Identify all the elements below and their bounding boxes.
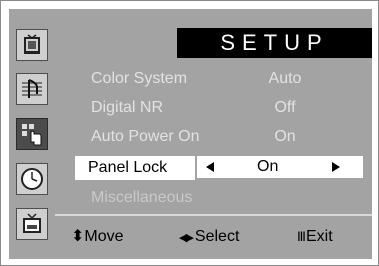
menu-item-value: On [274, 128, 296, 145]
menu-item-auto-power-on[interactable]: Auto Power On On [55, 125, 372, 149]
menu-title: SETUP [177, 28, 372, 58]
footer-divider [55, 214, 372, 216]
exit-label: Exit [305, 228, 333, 245]
menu-item-label: Color System [91, 70, 188, 87]
exit-hint: ⅢExit [297, 219, 333, 255]
menu-item-panel-lock[interactable]: Panel Lock [75, 156, 195, 180]
menu-sidebar [9, 9, 55, 259]
menu-item-value: Off [274, 99, 296, 116]
move-label: Move [84, 228, 124, 245]
menu-item-color-system[interactable]: Color System Auto [55, 67, 372, 91]
move-hint: ⬍Move [71, 219, 124, 255]
osd-menu-panel: SETUP Color System Auto Digital NR Off A… [9, 9, 372, 259]
menu-button-icon: Ⅲ [297, 229, 306, 244]
menu-item-label: Panel Lock [88, 159, 168, 176]
footer-help-bar: ⬍Move ◀▶ Select ⅢExit [55, 219, 372, 255]
menu-item-value: Auto [268, 70, 302, 87]
move-arrows-icon: ⬍ [71, 228, 85, 245]
menu-item-label: Digital NR [91, 99, 164, 116]
input-icon[interactable] [16, 208, 48, 240]
menu-item-miscellaneous[interactable]: Miscellaneous [55, 186, 372, 210]
screen-frame: SETUP Color System Auto Digital NR Off A… [0, 0, 379, 266]
menu-item-label: Miscellaneous [91, 189, 193, 206]
arrow-left-icon[interactable] [205, 162, 215, 172]
setup-icon[interactable] [16, 118, 48, 150]
menu-item-value: On [257, 158, 279, 175]
tv-picture-icon[interactable] [16, 29, 48, 61]
clock-icon[interactable] [16, 163, 48, 195]
select-hint: ◀▶ Select [179, 219, 239, 256]
sound-icon[interactable] [16, 73, 48, 105]
panel-lock-value-selector[interactable]: On [197, 156, 363, 178]
menu-item-label: Auto Power On [91, 128, 200, 145]
menu-item-digital-nr[interactable]: Digital NR Off [55, 96, 372, 120]
select-arrows-icon: ◀▶ [179, 232, 194, 244]
select-label: Select [194, 228, 240, 245]
arrow-right-icon[interactable] [331, 162, 341, 172]
